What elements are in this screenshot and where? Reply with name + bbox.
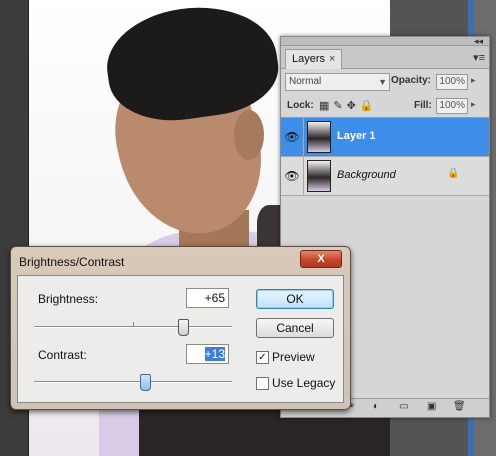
chevron-down-icon: ▼ — [378, 77, 387, 87]
brightness-label: Brightness: — [38, 292, 99, 306]
photo-ear — [234, 110, 264, 160]
folder-icon[interactable]: ▭ — [399, 401, 408, 412]
close-button[interactable]: X — [300, 250, 342, 268]
lock-options-icons[interactable]: ▦✎✥🔒 — [319, 99, 378, 112]
contrast-value: +13 — [204, 347, 225, 361]
contrast-label: Contrast: — [38, 348, 87, 362]
ok-button[interactable]: OK — [256, 289, 334, 309]
use-legacy-label[interactable]: Use Legacy — [272, 376, 335, 390]
brightness-input[interactable]: +65 — [186, 288, 229, 308]
visibility-eye-icon[interactable]: 👁 — [281, 157, 304, 195]
blend-mode-select[interactable]: Normal ▼ — [285, 73, 390, 91]
opacity-label: Opacity: — [391, 75, 432, 86]
use-legacy-checkbox[interactable] — [256, 377, 269, 390]
close-icon[interactable]: × — [329, 53, 335, 65]
dialog-title: Brightness/Contrast — [19, 255, 125, 269]
layer-row-layer-1[interactable]: 👁 Layer 1 — [281, 118, 489, 157]
opacity-arrow-icon[interactable]: ▸ — [471, 75, 476, 86]
brightness-slider-track[interactable] — [34, 326, 232, 328]
panel-menu-icon[interactable]: ▾≡ — [473, 51, 485, 64]
lock-label: Lock: — [287, 100, 314, 111]
contrast-input[interactable]: +13 — [186, 344, 229, 364]
dialog-body: Brightness: +65 Contrast: +13 OK Cancel … — [17, 275, 344, 403]
fill-arrow-icon[interactable]: ▸ — [471, 99, 476, 110]
lock-row: Lock: ▦✎✥🔒 Fill: 100% ▸ — [281, 95, 489, 118]
slider-center-tick — [133, 322, 134, 326]
panel-tab-row: Layers × ▾≡ — [281, 46, 489, 69]
brightness-slider-thumb[interactable] — [178, 319, 189, 336]
trash-icon[interactable]: 🗑 — [453, 401, 466, 412]
preview-checkbox[interactable]: ✓ — [256, 351, 269, 364]
layer-name[interactable]: Background — [337, 169, 396, 181]
cancel-button[interactable]: Cancel — [256, 318, 334, 338]
contrast-slider-thumb[interactable] — [140, 374, 152, 391]
visibility-eye-icon[interactable]: 👁 — [281, 118, 304, 156]
check-icon: ✓ — [258, 352, 267, 363]
layer-name[interactable]: Layer 1 — [337, 130, 376, 142]
contrast-slider-track[interactable] — [34, 381, 232, 383]
layer-thumbnail — [307, 160, 331, 192]
preview-label[interactable]: Preview — [272, 350, 315, 364]
blend-row: Normal ▼ Opacity: 100% ▸ — [281, 69, 489, 95]
brightness-contrast-dialog: Brightness/Contrast X Brightness: +65 Co… — [10, 246, 351, 410]
adjustment-icon[interactable]: ◐ — [373, 401, 379, 412]
panel-header[interactable]: ◂◂ — [281, 36, 489, 46]
tab-layers[interactable]: Layers × — [285, 49, 343, 69]
lock-icon: 🔒 — [447, 168, 460, 179]
opacity-field[interactable]: 100% — [436, 74, 468, 90]
layer-thumbnail — [307, 121, 331, 153]
fill-label: Fill: — [414, 100, 432, 111]
blend-mode-value: Normal — [289, 76, 322, 87]
tab-layers-label: Layers — [292, 53, 326, 65]
layer-row-background[interactable]: 👁 Background 🔒 — [281, 157, 489, 196]
new-layer-icon[interactable]: ▣ — [427, 401, 436, 412]
fill-field[interactable]: 100% — [436, 98, 468, 114]
